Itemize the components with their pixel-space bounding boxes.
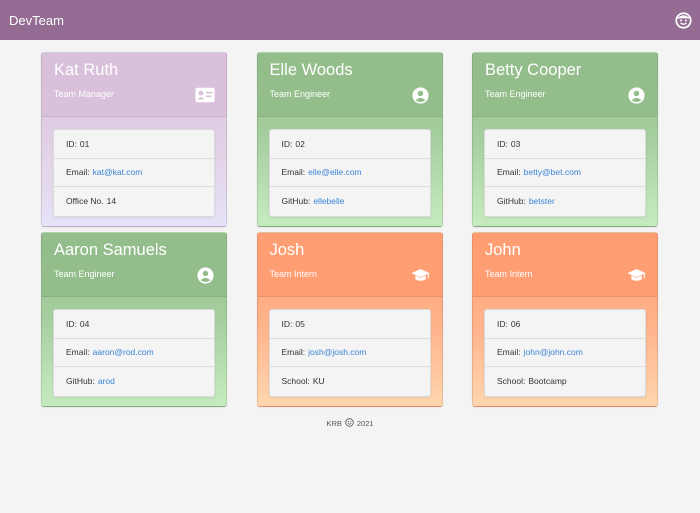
card-header: Kat Ruth Team Manager — [42, 53, 226, 117]
card-header: Aaron Samuels Team Engineer — [42, 233, 226, 297]
user-circle-icon — [195, 266, 215, 284]
employee-role: Team Engineer — [269, 89, 331, 99]
detail-label: School: — [281, 376, 310, 387]
detail-link[interactable]: betty@bet.com — [524, 167, 581, 177]
smiley-face-icon — [345, 418, 354, 429]
detail-value: Bootcamp — [528, 376, 567, 387]
detail-label: ID: — [281, 138, 293, 149]
detail-link[interactable]: john@john.com — [524, 347, 583, 357]
id-card-icon — [195, 86, 215, 104]
detail-item: GitHub: betster — [485, 187, 645, 216]
detail-value: 03 — [510, 138, 521, 149]
detail-value: KU — [312, 376, 325, 387]
detail-label: GitHub: — [66, 376, 95, 387]
detail-item: GitHub: ellebelle — [270, 187, 430, 216]
employee-role: Team Engineer — [485, 89, 546, 99]
card-header: Betty Cooper Team Engineer — [473, 53, 657, 117]
employee-name: Betty Cooper — [485, 61, 582, 79]
brand-title[interactable]: DevTeam — [9, 13, 64, 28]
detail-item: Email: aaron@rod.com — [54, 339, 214, 367]
detail-item: ID: 04 — [54, 310, 214, 339]
card-header: Josh Team Intern — [257, 233, 442, 297]
employee-name: Aaron Samuels — [54, 241, 167, 259]
detail-value: 04 — [79, 318, 90, 329]
detail-item: ID: 03 — [485, 130, 645, 159]
footer-year: 2021 — [356, 419, 374, 428]
detail-label: Email: — [497, 167, 521, 178]
employee-name: Kat Ruth — [54, 61, 119, 79]
employee-name: Josh — [269, 241, 305, 259]
detail-item: Email: betty@bet.com — [485, 159, 645, 187]
employee-card: Betty Cooper Team Engineer ID: 03 Email: bett… — [472, 52, 658, 227]
employee-details-list: ID: 01 Email: kat@kat.com Office No. 14 — [53, 129, 215, 217]
detail-item: School: Bootcamp — [485, 367, 645, 396]
detail-item: ID: 06 — [485, 310, 645, 339]
detail-value: 02 — [295, 138, 305, 149]
detail-label: ID: — [66, 318, 77, 329]
detail-label: GitHub: — [497, 196, 526, 207]
detail-link[interactable]: elle@elle.com — [308, 167, 362, 177]
employee-card: Kat Ruth Team Manager ID: 01 Email: kat@kat.c… — [41, 52, 227, 227]
detail-label: Email: — [497, 347, 521, 358]
detail-label: Office No. — [66, 196, 104, 207]
detail-item: Email: kat@kat.com — [54, 159, 214, 187]
detail-link[interactable]: josh@josh.com — [308, 347, 366, 357]
detail-label: ID: — [497, 138, 508, 149]
detail-value: 06 — [510, 318, 521, 329]
detail-value: 01 — [79, 138, 90, 149]
detail-label: ID: — [281, 318, 293, 329]
card-header: John Team Intern — [473, 233, 657, 297]
detail-label: ID: — [66, 138, 77, 149]
employee-card: Josh Team Intern ID: 05 Email: josh@josh.com S… — [256, 232, 443, 407]
detail-label: Email: — [66, 347, 90, 358]
graduation-cap-icon — [626, 266, 646, 284]
detail-item: ID: 01 — [54, 130, 214, 159]
employee-card: John Team Intern ID: 06 Email: john@john.com S… — [472, 232, 658, 407]
detail-label: ID: — [497, 318, 508, 329]
page-footer: KRB 2021 — [0, 418, 700, 429]
card-header: Elle Woods Team Engineer — [257, 53, 442, 117]
employee-name: Elle Woods — [269, 61, 353, 79]
detail-item: Email: elle@elle.com — [269, 159, 430, 187]
employee-role: Team Manager — [54, 89, 115, 99]
user-circle-icon — [626, 86, 646, 104]
detail-link[interactable]: betster — [529, 196, 555, 206]
employee-details-list: ID: 04 Email: aaron@rod.com GitHub: arod — [53, 309, 215, 397]
employee-role: Team Intern — [485, 269, 533, 279]
detail-item: ID: 05 — [269, 310, 430, 339]
team-grid: Kat Ruth Team Manager ID: 01 Email: kat@kat.c… — [41, 52, 658, 407]
employee-role: Team Engineer — [54, 269, 115, 279]
graduation-cap-icon — [411, 266, 431, 284]
detail-label: Email: — [281, 167, 306, 178]
employee-details-list: ID: 05 Email: josh@josh.com School: KU — [268, 309, 431, 397]
employee-card: Elle Woods Team Engineer ID: 02 Email: elle@e… — [256, 52, 443, 227]
employee-details-list: ID: 06 Email: john@john.com School: Bootcamp — [484, 309, 646, 397]
detail-link[interactable]: arod — [98, 376, 115, 386]
detail-link[interactable]: ellebelle — [313, 196, 344, 206]
detail-label: GitHub: — [281, 196, 311, 207]
detail-item: School: KU — [270, 367, 430, 396]
detail-label: Email: — [281, 347, 306, 358]
detail-label: School: — [497, 376, 526, 387]
detail-item: GitHub: arod — [54, 367, 214, 396]
detail-item: Email: john@john.com — [485, 339, 645, 367]
detail-value: 05 — [295, 318, 305, 329]
detail-value: 14 — [106, 196, 117, 207]
employee-details-list: ID: 03 Email: betty@bet.com GitHub: betster — [484, 129, 646, 217]
employee-card: Aaron Samuels Team Engineer ID: 04 Email: aar… — [41, 232, 227, 407]
smiley-face-icon[interactable] — [674, 11, 692, 29]
top-navbar: DevTeam — [0, 0, 700, 40]
employee-details-list: ID: 02 Email: elle@elle.com GitHub: ellebelle — [268, 129, 431, 217]
footer-author: KRB — [326, 419, 342, 428]
detail-label: Email: — [66, 167, 90, 178]
detail-item: Email: josh@josh.com — [269, 339, 430, 367]
employee-name: John — [485, 241, 521, 259]
user-circle-icon — [411, 86, 431, 104]
detail-link[interactable]: aaron@rod.com — [93, 347, 154, 357]
detail-item: Office No. 14 — [54, 187, 214, 216]
detail-link[interactable]: kat@kat.com — [93, 167, 143, 177]
detail-item: ID: 02 — [269, 130, 430, 159]
employee-role: Team Intern — [269, 269, 318, 279]
